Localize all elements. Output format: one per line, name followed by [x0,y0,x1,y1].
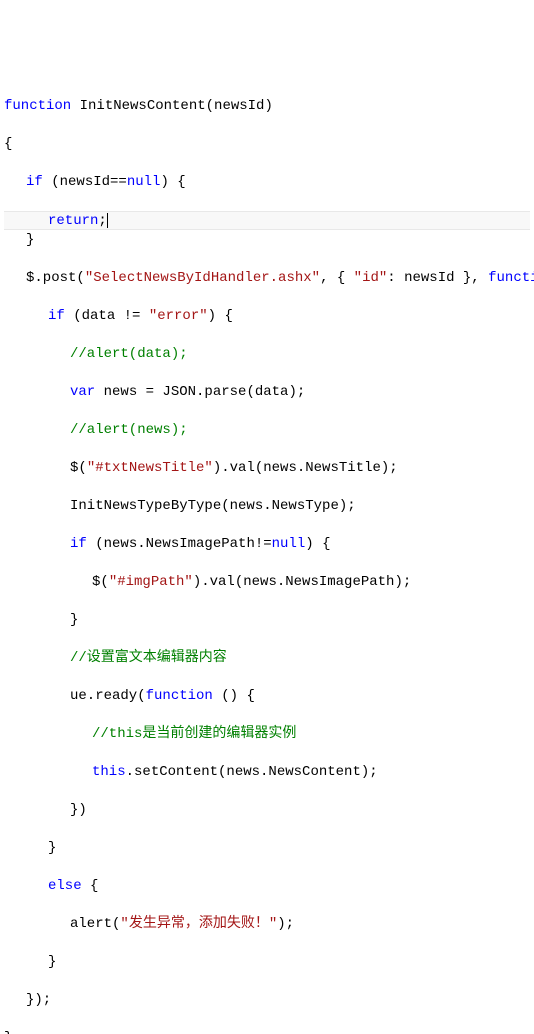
code-line: //alert(news); [4,421,530,440]
active-line[interactable]: return; [4,211,530,230]
code-line: var news = JSON.parse(data); [4,383,530,402]
code-line: InitNewsTypeByType(news.NewsType); [4,497,530,516]
code-line: } [4,953,530,972]
code-line: $("#txtNewsTitle").val(news.NewsTitle); [4,459,530,478]
code-line: if (newsId==null) { [4,173,530,192]
code-editor[interactable]: function InitNewsContent(newsId) { if (n… [4,78,530,1034]
code-line: function InitNewsContent(newsId) [4,97,530,116]
code-line: } [4,231,530,250]
code-line: } [4,839,530,858]
code-line: } [4,611,530,630]
code-line: alert("发生异常，添加失败！"); [4,915,530,934]
code-line: { [4,135,530,154]
code-line: if (news.NewsImagePath!=null) { [4,535,530,554]
code-line: } [4,1029,530,1034]
code-line: }); [4,991,530,1010]
code-line: $.post("SelectNewsByIdHandler.ashx", { "… [4,269,530,288]
code-line: else { [4,877,530,896]
code-line: $("#imgPath").val(news.NewsImagePath); [4,573,530,592]
code-line: //alert(data); [4,345,530,364]
code-line: this.setContent(news.NewsContent); [4,763,530,782]
code-line: }) [4,801,530,820]
code-line: ue.ready(function () { [4,687,530,706]
text-caret [107,213,108,228]
code-line: //this是当前创建的编辑器实例 [4,725,530,744]
code-line: if (data != "error") { [4,307,530,326]
code-line: //设置富文本编辑器内容 [4,649,530,668]
